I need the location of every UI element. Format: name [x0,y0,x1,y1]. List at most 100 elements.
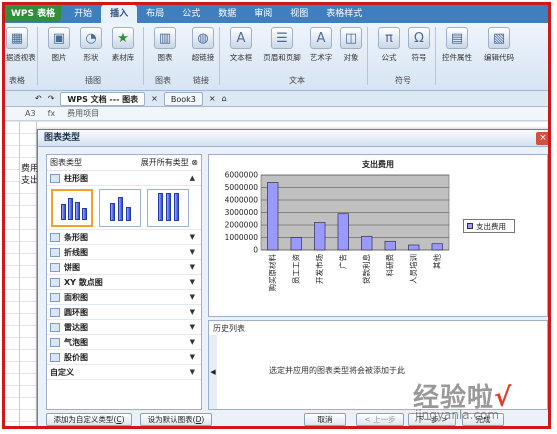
chevron-up-icon: ▲ [189,174,195,182]
chevron-down-icon: ▼ [189,353,195,361]
doc-tab-book3[interactable]: Book3 [163,91,203,106]
hyperlink-button[interactable]: ◍ 超链接 [183,27,223,63]
chart-type-list: 图表类型 展开所有类型 ⊗ 柱形图 ▲ 条形图 ▼ 折线图 ▼ 饼图 ▼ XY … [46,154,202,410]
chevron-down-icon: ▼ [189,278,195,286]
category-stock[interactable]: 股价图 ▼ [47,350,201,365]
tab-data[interactable]: 数据 [209,5,245,23]
thumb-bar [174,193,179,221]
category-label: 圆环图 [64,307,88,317]
x-tick-label: 广告 [337,254,347,269]
thumb-bar [126,207,131,221]
set-default-chart-button[interactable]: 设为默认图表(D) [140,413,212,426]
subtype-stacked[interactable] [99,189,141,227]
hyperlink-icon: ◍ [192,27,214,49]
hyperlink-label: 超链接 [191,53,215,62]
chart-legend: 支出费用 [463,219,515,233]
category-custom[interactable]: 自定义 ▼ [47,365,201,380]
pie-chart-icon [50,262,60,272]
expand-all-types-link[interactable]: 展开所有类型 ⊗ [141,157,198,168]
subtype-percent-stacked[interactable] [147,189,189,227]
category-label: 饼图 [64,262,80,272]
chevron-down-icon: ▼ [189,338,195,346]
name-box[interactable]: A3 [25,109,36,118]
bar [314,222,326,251]
control-properties-button[interactable]: ▤ 控件属性 [437,27,477,63]
category-pie[interactable]: 饼图 ▼ [47,260,201,275]
subtype-clustered[interactable] [51,189,93,227]
group-label-chart: 图表 [155,76,171,85]
history-scroll-left-icon[interactable]: ◀ [209,335,217,409]
category-bubble[interactable]: 气泡图 ▼ [47,335,201,350]
close-icon[interactable]: × [536,132,548,145]
thumb-bar [158,193,163,221]
chevron-down-icon: ▼ [189,323,195,331]
clipart-label: 素材库 [111,53,135,62]
tab-review[interactable]: 审阅 [245,5,281,23]
thumb-bar [110,203,115,221]
tab-insert[interactable]: 插入 [101,5,138,23]
close-icon[interactable]: × [209,94,216,103]
picture-icon: ▣ [48,27,70,49]
chart-svg: 0 1000000 2000000 3000000 4000000 5000000 6000… [225,171,450,292]
chart-button[interactable]: ▥ 图表 [145,27,185,63]
close-icon[interactable]: × [151,94,158,103]
redo-icon[interactable]: ↷ [48,94,55,103]
edit-code-button[interactable]: ▧ 编辑代码 [479,27,519,63]
category-area[interactable]: 面积图 ▼ [47,290,201,305]
undo-icon[interactable]: ↶ [35,94,42,103]
app-menu-button[interactable]: WPS 表格 [5,6,62,22]
thumb-bar [75,202,80,220]
bubble-chart-icon [50,337,60,347]
category-scatter[interactable]: XY 散点图 ▼ [47,275,201,290]
group-label-table: 表格 [9,76,25,85]
function-icon[interactable]: fx [48,109,56,118]
cancel-button[interactable]: 取消 [304,413,346,426]
textbox-label: 文本框 [229,53,253,62]
textbox-button[interactable]: A 文本框 [221,27,261,63]
category-column[interactable]: 柱形图 ▲ [47,171,201,186]
stock-chart-icon [50,352,60,362]
bar [267,182,279,251]
control-properties-label: 控件属性 [442,53,472,62]
formula-bar: A3 fx 费用项目 [5,107,548,121]
category-radar[interactable]: 雷达图 ▼ [47,320,201,335]
history-placeholder: 选定并应用的图表类型将会被添加于此 [269,366,405,375]
category-bar[interactable]: 条形图 ▼ [47,230,201,245]
category-label: 条形图 [64,232,88,242]
header-footer-button[interactable]: ☰ 页眉和页脚 [257,27,307,63]
screenshot-frame: WPS 表格 开始 插入 布局 公式 数据 审阅 视图 表格样式 ▦ 数据透视表 … [2,2,551,429]
clipart-button[interactable]: ★ 素材库 [103,27,143,63]
omega-icon: Ω [408,27,430,49]
bar [384,240,396,251]
pivot-table-label: 数据透视表 [2,53,36,62]
y-tick-label: 0 [253,246,258,255]
column-chart-icon [50,173,60,183]
doc-tab-chart[interactable]: WPS 文档 --- 图表 [60,91,146,106]
tab-view[interactable]: 视图 [281,5,317,23]
pi-icon: π [378,27,400,49]
tab-layout[interactable]: 布局 [137,5,173,23]
add-custom-type-button[interactable]: 添加为自定义类型(C) [46,413,132,426]
tab-formula[interactable]: 公式 [173,5,209,23]
tab-table-style[interactable]: 表格样式 [317,5,371,23]
symbol-button[interactable]: Ω 符号 [399,27,439,63]
history-label: 历史列表 [213,324,245,333]
category-doughnut[interactable]: 圆环图 ▼ [47,305,201,320]
chart-icon: ▥ [154,27,176,49]
chevron-down-icon: ▼ [189,368,195,376]
pivot-table-button[interactable]: ▦ 数据透视表 [2,27,37,63]
scatter-chart-icon [50,277,60,287]
formula-input[interactable]: 费用项目 [67,108,99,119]
chevron-down-icon: ▼ [189,293,195,301]
category-line[interactable]: 折线图 ▼ [47,245,201,260]
edit-code-label: 编辑代码 [484,53,514,62]
tab-start[interactable]: 开始 [65,5,101,23]
group-label-text: 文本 [289,76,305,85]
prev-button[interactable]: < 上一步 [356,413,404,426]
y-tick-label: 2000000 [225,221,259,230]
y-tick-label: 3000000 [225,208,259,217]
home-icon[interactable]: ⌂ [222,94,227,103]
category-label: XY 散点图 [64,277,103,287]
object-button[interactable]: ◫ 对象 [331,27,371,63]
category-label: 柱形图 [64,173,88,183]
